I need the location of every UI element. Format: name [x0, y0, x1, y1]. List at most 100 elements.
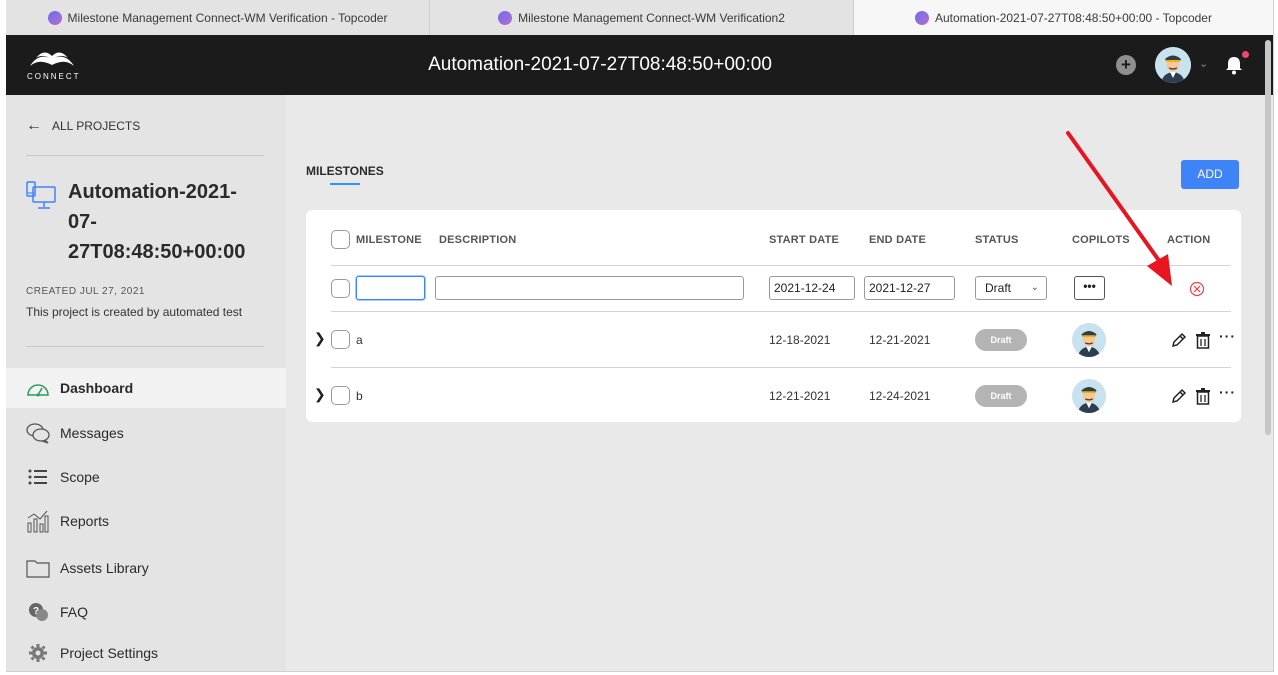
topcoder-favicon-icon: [915, 10, 929, 25]
browser-tab-1[interactable]: Milestone Management Connect-WM Verifica…: [6, 0, 430, 35]
sidebar-item-label: Scope: [60, 469, 100, 485]
row-divider: [331, 265, 1231, 266]
status-badge: Draft: [975, 329, 1027, 351]
all-projects-label: ALL PROJECTS: [52, 119, 141, 133]
milestone-start-date: 12-21-2021: [769, 389, 831, 403]
start-date-input[interactable]: 2021-12-24: [769, 276, 855, 300]
sidebar-divider: [26, 346, 264, 347]
notification-bell-icon[interactable]: [1225, 55, 1243, 75]
chevron-down-icon[interactable]: ⌄: [1199, 57, 1208, 70]
page-scrollbar[interactable]: [1265, 40, 1271, 435]
milestone-name[interactable]: b: [356, 389, 363, 403]
add-milestone-button[interactable]: ADD: [1181, 160, 1239, 189]
milestone-description-input[interactable]: [435, 276, 744, 300]
topcoder-favicon-icon: [498, 10, 513, 25]
project-title-line: 27T08:48:50+00:00: [68, 241, 246, 263]
select-copilot-button[interactable]: •••: [1074, 276, 1105, 300]
browser-tab-title: Milestone Management Connect-WM Verifica…: [518, 10, 785, 25]
question-bubble-icon: ?: [26, 601, 50, 623]
project-title-line: 07-: [68, 211, 97, 233]
sidebar: ← ALL PROJECTS Automation-2021- 07- 27T0…: [6, 95, 286, 671]
sidebar-item-label: Assets Library: [60, 560, 149, 576]
arrow-left-icon: ←: [26, 117, 42, 134]
column-header-copilots[interactable]: COPILOTS: [1072, 234, 1130, 246]
sidebar-item-dashboard[interactable]: Dashboard: [6, 368, 286, 408]
row-checkbox[interactable]: [331, 279, 350, 298]
milestone-name-input[interactable]: [356, 276, 425, 300]
cancel-edit-icon[interactable]: [1188, 280, 1206, 298]
browser-tab-bar: Milestone Management Connect-WM Verifica…: [6, 0, 1273, 35]
milestone-start-date: 12-18-2021: [769, 333, 831, 347]
row-divider: [331, 367, 1231, 368]
sidebar-item-label: FAQ: [60, 604, 89, 620]
sidebar-divider: [26, 155, 264, 156]
browser-tab-title: Automation-2021-07-27T08:48:50+00:00 - T…: [935, 10, 1212, 25]
milestones-table: MILESTONE DESCRIPTION START DATE END DAT…: [306, 210, 1241, 422]
column-header-action: ACTION: [1167, 234, 1211, 246]
row-divider: [331, 311, 1231, 312]
sidebar-item-label: Messages: [60, 425, 124, 441]
folder-icon: [26, 557, 50, 579]
user-avatar[interactable]: [1155, 47, 1191, 83]
connect-logo[interactable]: CONNECT: [27, 50, 81, 84]
status-select[interactable]: Draft ⌄: [975, 276, 1047, 300]
more-options-icon[interactable]: ···: [1219, 384, 1236, 400]
app-header: CONNECT Automation-2021-07-27T08:48:50+0…: [6, 35, 1273, 95]
column-header-milestone[interactable]: MILESTONE: [356, 234, 422, 246]
column-header-status[interactable]: STATUS: [975, 234, 1019, 246]
sidebar-item-reports[interactable]: Reports: [6, 501, 286, 541]
list-icon: [26, 466, 50, 488]
avatar-pilot-icon: [1155, 47, 1191, 83]
avatar-pilot-icon: [1072, 379, 1106, 413]
column-header-start-date[interactable]: START DATE: [769, 234, 839, 246]
browser-tab-3-active[interactable]: Automation-2021-07-27T08:48:50+00:00 - T…: [854, 0, 1273, 35]
chevron-down-icon: ⌄: [1030, 282, 1039, 293]
logo-text: CONNECT: [27, 72, 81, 81]
column-header-description[interactable]: DESCRIPTION: [439, 234, 516, 246]
project-computer-icon: [26, 181, 56, 209]
end-date-input[interactable]: 2021-12-27: [864, 276, 955, 300]
sidebar-project-title: Automation-2021- 07- 27T08:48:50+00:00: [68, 177, 278, 267]
milestones-heading: MILESTONES: [306, 164, 384, 178]
row-checkbox[interactable]: [331, 330, 350, 349]
expand-chevron-right-icon[interactable]: ❯: [314, 386, 326, 403]
browser-tab-2[interactable]: Milestone Management Connect-WM Verifica…: [430, 0, 854, 35]
expand-chevron-right-icon[interactable]: ❯: [314, 330, 326, 347]
sidebar-item-messages[interactable]: Messages: [6, 413, 286, 453]
created-date: CREATED JUL 27, 2021: [26, 286, 145, 297]
select-all-checkbox[interactable]: [331, 230, 350, 249]
row-checkbox[interactable]: [331, 386, 350, 405]
column-header-end-date[interactable]: END DATE: [869, 234, 926, 246]
sidebar-item-faq[interactable]: ? FAQ: [6, 592, 286, 632]
sidebar-item-assets-library[interactable]: Assets Library: [6, 548, 286, 588]
svg-text:?: ?: [33, 606, 39, 617]
project-title-line: Automation-2021-: [68, 181, 237, 203]
milestone-end-date: 12-24-2021: [869, 389, 931, 403]
heading-underline: [330, 183, 360, 185]
status-select-value: Draft: [985, 281, 1012, 295]
copilot-avatar: [1072, 323, 1106, 357]
avatar-pilot-icon: [1072, 323, 1106, 357]
delete-trash-icon[interactable]: [1194, 331, 1212, 349]
new-project-plus-icon[interactable]: +: [1116, 55, 1136, 75]
sidebar-item-label: Project Settings: [60, 645, 159, 661]
gear-icon: [26, 642, 50, 664]
sidebar-item-label: Dashboard: [60, 380, 134, 396]
notification-dot: [1242, 51, 1249, 58]
sidebar-item-project-settings[interactable]: Project Settings: [6, 633, 286, 671]
connect-logo-icon: [30, 52, 74, 66]
edit-pencil-icon[interactable]: [1170, 387, 1188, 405]
all-projects-link[interactable]: ← ALL PROJECTS: [26, 117, 140, 135]
sidebar-item-scope[interactable]: Scope: [6, 457, 286, 497]
sidebar-item-label: Reports: [60, 513, 110, 529]
milestone-end-date: 12-21-2021: [869, 333, 931, 347]
chat-bubbles-icon: [26, 422, 50, 444]
browser-window: Milestone Management Connect-WM Verifica…: [6, 0, 1274, 672]
delete-trash-icon[interactable]: [1194, 387, 1212, 405]
more-options-icon[interactable]: ···: [1219, 328, 1236, 344]
milestone-name[interactable]: a: [356, 333, 363, 347]
copilot-avatar: [1072, 379, 1106, 413]
gauge-icon: [26, 377, 50, 399]
edit-pencil-icon[interactable]: [1170, 331, 1188, 349]
chart-icon: [26, 510, 50, 533]
